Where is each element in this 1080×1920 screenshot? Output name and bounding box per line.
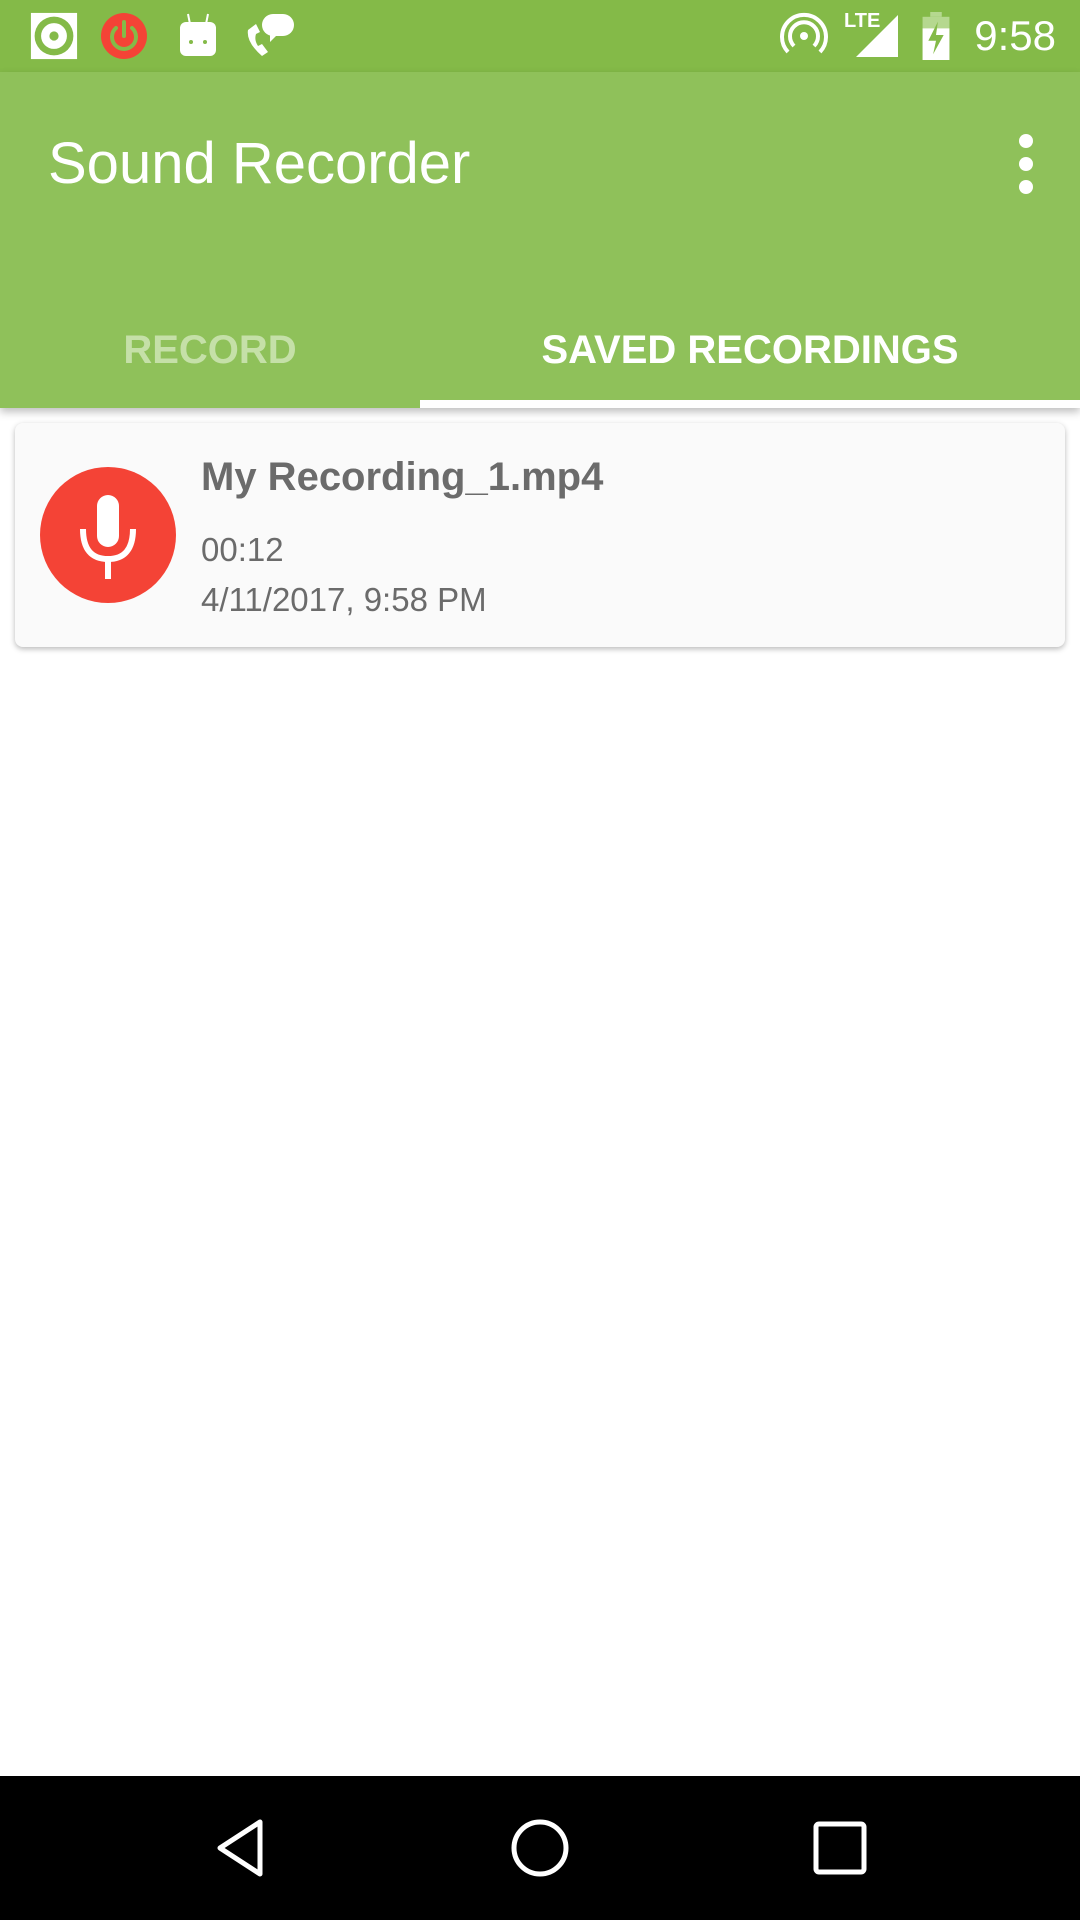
voicemail-chat-icon bbox=[247, 14, 294, 56]
hotspot-icon bbox=[780, 12, 828, 54]
status-bar: LTE 9:58 bbox=[0, 0, 1080, 72]
lte-signal-icon bbox=[856, 15, 898, 57]
app-title: Sound Recorder bbox=[48, 131, 471, 196]
overflow-dot bbox=[1019, 134, 1033, 148]
power-icon bbox=[101, 13, 147, 59]
battery-charging-icon bbox=[922, 12, 950, 60]
recording-list-item[interactable]: My Recording_1.mp4 00:12 4/11/2017, 9:58… bbox=[15, 423, 1065, 647]
clock: 9:58 bbox=[974, 12, 1056, 59]
microphone-icon bbox=[80, 495, 136, 579]
tab-saved-recordings[interactable]: SAVED RECORDINGS bbox=[420, 292, 1080, 408]
overflow-dot bbox=[1019, 180, 1033, 194]
navigation-bar bbox=[0, 1776, 1080, 1920]
android-icon bbox=[180, 13, 216, 56]
recording-avatar bbox=[40, 467, 176, 603]
record-indicator-icon bbox=[30, 12, 78, 60]
recents-icon[interactable] bbox=[800, 1808, 880, 1888]
recording-length: 00:12 bbox=[201, 531, 284, 568]
recording-date: 4/11/2017, 9:58 PM bbox=[201, 581, 487, 618]
recording-name: My Recording_1.mp4 bbox=[201, 455, 604, 499]
tab-record[interactable]: RECORD bbox=[0, 292, 420, 408]
overflow-dot bbox=[1019, 157, 1033, 171]
more-vert-icon[interactable] bbox=[1002, 128, 1050, 200]
back-icon[interactable] bbox=[200, 1808, 280, 1888]
home-icon[interactable] bbox=[500, 1808, 580, 1888]
tab-indicator bbox=[420, 400, 1080, 408]
app-bar: Sound Recorder RECORD SAVED RECORDINGS bbox=[0, 72, 1080, 408]
